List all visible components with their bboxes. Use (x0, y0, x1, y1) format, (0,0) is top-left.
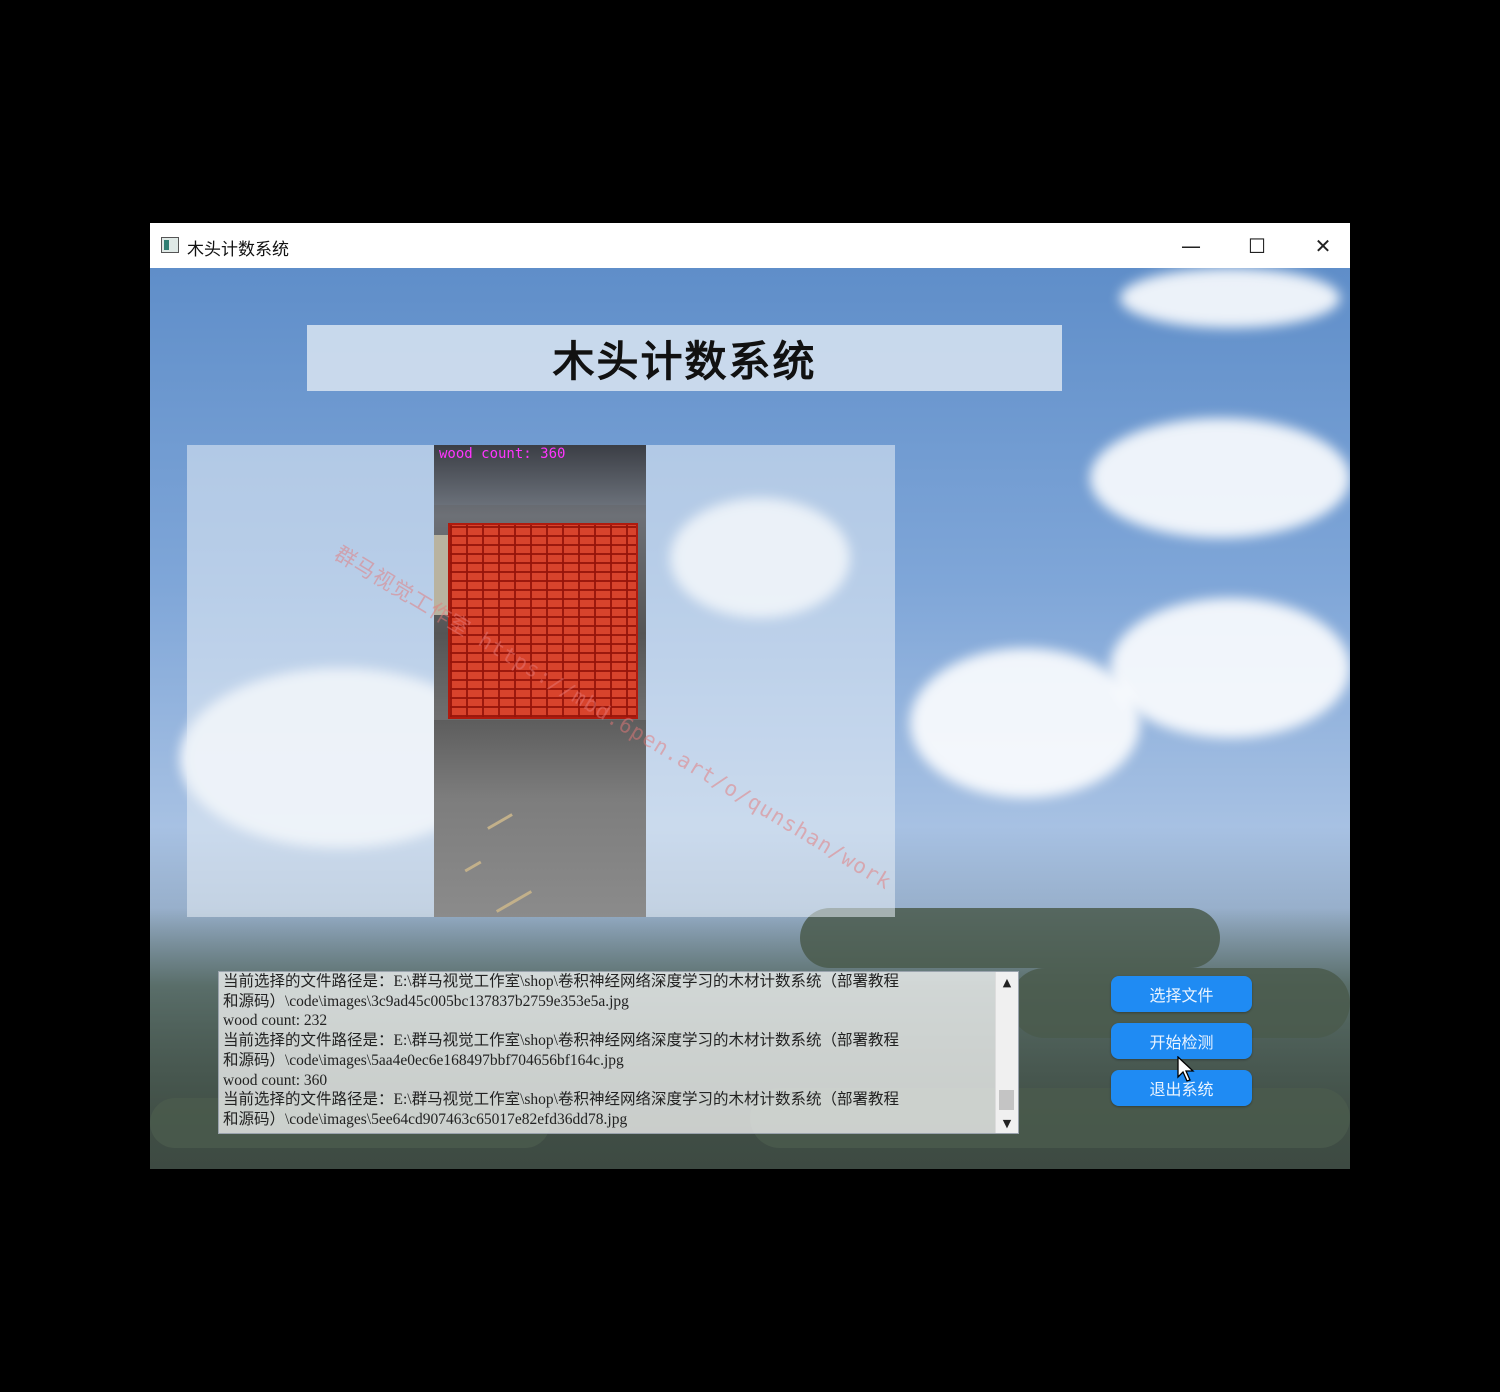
log-line: 和源码）\code\images\3c9ad45c005bc137837b275… (223, 992, 629, 1010)
app-window: 木头计数系统 — ☐ ✕ 木头计数系统 wood count: 360 群马视觉… (150, 223, 1350, 1169)
maximize-icon: ☐ (1248, 233, 1266, 258)
log-line: wood count: 232 (223, 1012, 328, 1030)
log-line: 和源码）\code\images\5ee64cd907463c65017e82e… (223, 1110, 628, 1128)
close-icon: ✕ (1314, 233, 1332, 258)
background-cloud (1110, 598, 1350, 738)
log-line: 当前选择的文件路径是：E:\群马视觉工作室\shop\卷积神经网络深度学习的木材… (223, 973, 899, 990)
minimize-icon: — (1181, 233, 1201, 258)
log-line: 和源码）\code\images\5aa4e0ec6e168497bbf7046… (223, 1051, 624, 1069)
window-title: 木头计数系统 (187, 240, 289, 260)
title-bar[interactable]: 木头计数系统 — ☐ ✕ (150, 223, 1350, 268)
page-title: 木头计数系统 (552, 336, 817, 386)
log-line: 当前选择的文件路径是：E:\群马视觉工作室\shop\卷积神经网络深度学习的木材… (223, 1091, 899, 1109)
log-content: 当前选择的文件路径是：E:\群马视觉工作室\shop\卷积神经网络深度学习的木材… (223, 972, 993, 1133)
log-line: wood count: 360 (223, 1071, 328, 1089)
wood-count-label: wood count: 360 (439, 446, 566, 462)
log-line: 当前选择的文件路径是：E:\群马视觉工作室\shop\卷积神经网络深度学习的木材… (223, 1032, 899, 1050)
background-log (800, 908, 1220, 968)
start-detect-button[interactable]: 开始检测 (1111, 1023, 1252, 1059)
image-ground (434, 720, 646, 917)
cursor-icon (1177, 1056, 1195, 1082)
background-cloud (1090, 418, 1350, 538)
scroll-up-icon[interactable]: ▲ (996, 972, 1018, 992)
minimize-button[interactable]: — (1158, 223, 1224, 268)
log-textbox[interactable]: 当前选择的文件路径是：E:\群马视觉工作室\shop\卷积神经网络深度学习的木材… (218, 971, 1019, 1134)
background-cloud (910, 648, 1140, 798)
close-button[interactable]: ✕ (1290, 223, 1350, 268)
maximize-button[interactable]: ☐ (1224, 223, 1290, 268)
select-file-button[interactable]: 选择文件 (1111, 976, 1252, 1012)
log-scrollbar[interactable]: ▲ ▼ (995, 972, 1018, 1133)
app-icon (161, 237, 179, 253)
scroll-down-icon[interactable]: ▼ (996, 1113, 1018, 1133)
main-content: 木头计数系统 wood count: 360 群马视觉工作室 https://m… (150, 268, 1350, 1169)
header-banner: 木头计数系统 (307, 325, 1062, 391)
scroll-thumb[interactable] (999, 1090, 1014, 1110)
background-cloud (1120, 268, 1340, 328)
